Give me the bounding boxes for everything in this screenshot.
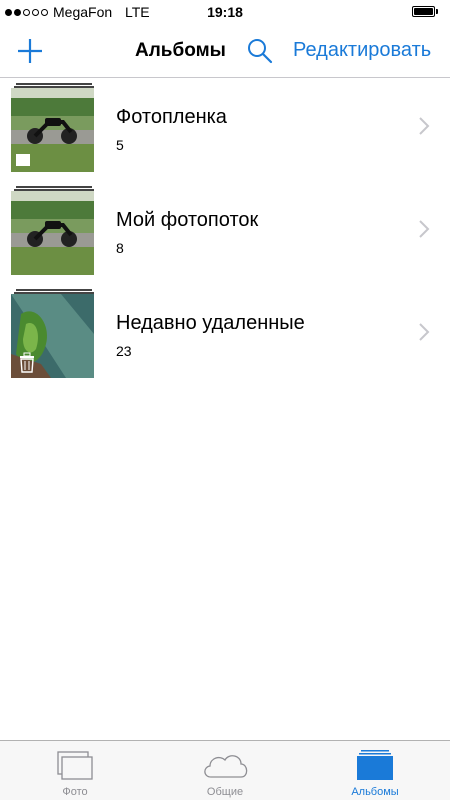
album-count: 5 (116, 137, 124, 153)
album-count: 23 (116, 343, 132, 359)
album-row-camera-roll[interactable]: Фотопленка 5 (0, 78, 450, 181)
status-time: 19:18 (207, 4, 243, 20)
album-count: 8 (116, 240, 124, 256)
tab-label: Фото (62, 786, 88, 798)
album-thumbnail (11, 191, 94, 275)
page-title: Альбомы (135, 40, 226, 61)
tab-photos[interactable]: Фото (25, 741, 125, 800)
album-row-my-photo-stream[interactable]: Мой фотопоток 8 (0, 181, 450, 284)
album-list: Фотопленка 5 Мой фотопоток 8 Недавно уда… (0, 78, 450, 387)
search-button[interactable] (246, 37, 274, 65)
tab-shared[interactable]: Общие (175, 741, 275, 800)
tab-albums[interactable]: Альбомы (325, 741, 425, 800)
tab-label: Общие (206, 786, 244, 798)
battery-icon (412, 6, 438, 17)
camera-roll-icon (16, 154, 30, 166)
photos-icon (57, 751, 93, 780)
search-icon (248, 39, 273, 64)
album-stack-edge (16, 83, 92, 85)
album-thumbnail (11, 294, 94, 378)
chevron-right-icon (419, 323, 430, 341)
albums-icon (357, 750, 393, 780)
cloud-icon (204, 755, 248, 778)
tab-bar: Фото Общие Альбомы (0, 740, 450, 800)
tab-label: Альбомы (351, 786, 399, 798)
add-album-button[interactable] (15, 36, 45, 66)
chevron-right-icon (419, 220, 430, 238)
chevron-right-icon (419, 117, 430, 135)
edit-button[interactable]: Редактировать (293, 39, 431, 62)
album-stack-edge (16, 289, 92, 291)
album-row-recently-deleted[interactable]: Недавно удаленные 23 (0, 284, 450, 387)
album-thumbnail (11, 88, 94, 172)
album-name: Фотопленка (116, 106, 227, 128)
album-name: Недавно удаленные (116, 312, 305, 334)
plus-icon (18, 39, 42, 63)
album-name: Мой фотопоток (116, 209, 259, 231)
status-bar: MegaFon LTE 19:18 (0, 0, 450, 26)
album-stack-edge (16, 186, 92, 188)
navigation-bar: Альбомы Редактировать (0, 26, 450, 78)
albums-screen: MegaFon LTE 19:18 Альбомы Редактировать (0, 0, 450, 800)
